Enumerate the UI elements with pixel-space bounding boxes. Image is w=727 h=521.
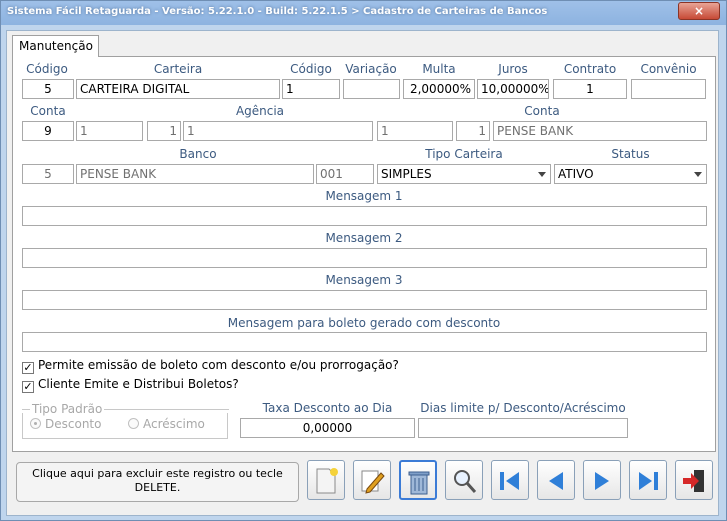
desconto-radio[interactable]: Desconto xyxy=(30,417,101,431)
mensagem-3-field[interactable] xyxy=(22,290,707,310)
label-banco: Banco xyxy=(179,147,217,161)
label-mensagem-3: Mensagem 3 xyxy=(325,273,403,287)
label-mensagem-1: Mensagem 1 xyxy=(325,189,403,203)
acrescimo-radio-label: Acréscimo xyxy=(143,417,205,431)
label-mensagem-desconto: Mensagem para boleto gerado com desconto xyxy=(227,316,501,330)
delete-icon xyxy=(408,471,430,495)
label-convenio: Convênio xyxy=(640,62,697,76)
status-select[interactable]: ATIVO xyxy=(554,164,707,184)
mensagem-desconto-field[interactable] xyxy=(22,332,707,352)
first-icon xyxy=(500,472,519,490)
next-record-button[interactable] xyxy=(583,460,621,500)
search-button[interactable] xyxy=(445,460,483,500)
banco-codigo-field: 001 xyxy=(316,164,374,184)
variacao-field[interactable] xyxy=(343,79,400,99)
edit-button[interactable] xyxy=(353,460,391,500)
label-variacao: Variação xyxy=(345,62,397,76)
search-icon xyxy=(454,470,477,493)
acrescimo-radio[interactable]: Acréscimo xyxy=(128,417,205,431)
label-carteira: Carteira xyxy=(153,62,203,76)
taxa-desconto-field[interactable]: 0,00000 xyxy=(240,418,415,438)
permite-desconto-label: Permite emissão de boleto com desconto e… xyxy=(38,358,399,372)
cliente-emite-checkbox[interactable]: ✓ Cliente Emite e Distribui Boletos? xyxy=(22,377,239,393)
radio-selected-icon xyxy=(30,418,41,429)
desconto-radio-label: Desconto xyxy=(45,417,102,431)
exit-icon xyxy=(683,470,704,492)
codigo-field[interactable]: 5 xyxy=(22,79,74,99)
status-value: ATIVO xyxy=(558,167,594,181)
new-button[interactable] xyxy=(307,460,345,500)
mensagem-2-field[interactable] xyxy=(22,248,707,268)
banco-id-field: 5 xyxy=(22,164,74,184)
label-codigo-variacao: Código xyxy=(290,62,332,76)
conta-bancaria-nome-field: PENSE BANK xyxy=(493,121,707,141)
dias-limite-field[interactable] xyxy=(418,418,628,438)
label-mensagem-2: Mensagem 2 xyxy=(325,231,403,245)
cliente-emite-label: Cliente Emite e Distribui Boletos? xyxy=(38,377,239,391)
tipo-padrao-title: Tipo Padrão xyxy=(30,402,105,416)
tipo-carteira-value: SIMPLES xyxy=(381,167,432,181)
conta-bancaria-numero-field: 1 xyxy=(456,121,490,141)
conta-numero-field: 1 xyxy=(76,121,143,141)
chevron-down-icon xyxy=(694,172,702,177)
label-multa: Multa xyxy=(422,62,456,76)
next-icon xyxy=(595,472,609,490)
radio-icon xyxy=(128,418,139,429)
label-taxa-desconto: Taxa Desconto ao Dia xyxy=(262,401,393,415)
label-status: Status xyxy=(611,147,650,161)
previous-record-button[interactable] xyxy=(537,460,575,500)
delete-button[interactable] xyxy=(399,460,437,500)
checkmark-icon: ✓ xyxy=(22,380,34,393)
checkmark-icon: ✓ xyxy=(22,361,34,374)
label-contrato: Contrato xyxy=(563,62,617,76)
edit-icon xyxy=(361,470,385,494)
agencia-numero-field: 1 xyxy=(183,121,373,141)
conta-id-field[interactable]: 9 xyxy=(22,121,74,141)
label-conta-bancaria: Conta xyxy=(524,104,560,118)
banco-nome-field: PENSE BANK xyxy=(76,164,314,184)
label-tipo-carteira: Tipo Carteira xyxy=(425,147,503,161)
exit-button[interactable] xyxy=(675,460,713,500)
permite-desconto-checkbox[interactable]: ✓ Permite emissão de boleto com desconto … xyxy=(22,358,399,374)
new-icon xyxy=(316,468,338,494)
window-title: Sistema Fácil Retaguarda - Versão: 5.22.… xyxy=(7,6,548,17)
label-codigo: Código xyxy=(26,62,68,76)
last-icon xyxy=(639,472,658,490)
tipo-carteira-select[interactable]: SIMPLES xyxy=(377,164,551,184)
label-juros: Juros xyxy=(498,62,528,76)
title-bar: Sistema Fácil Retaguarda - Versão: 5.22.… xyxy=(1,1,726,25)
codigo-variacao-field[interactable]: 1 xyxy=(282,79,340,99)
last-record-button[interactable] xyxy=(629,460,667,500)
tab-manutencao[interactable]: Manutenção xyxy=(12,35,99,57)
multa-field[interactable]: 2,00000% xyxy=(403,79,475,99)
first-record-button[interactable] xyxy=(491,460,529,500)
agencia-id-field: 1 xyxy=(147,121,181,141)
contrato-field[interactable]: 1 xyxy=(553,79,627,99)
label-agencia: Agência xyxy=(235,104,285,118)
chevron-down-icon xyxy=(538,172,546,177)
prev-icon xyxy=(549,472,563,490)
juros-field[interactable]: 10,00000% xyxy=(477,79,549,99)
label-dias-limite: Dias limite p/ Desconto/Acréscimo xyxy=(420,401,626,415)
status-message[interactable]: Clique aqui para excluir este registro o… xyxy=(16,462,299,502)
conta-bancaria-id-field: 1 xyxy=(377,121,453,141)
carteira-field[interactable]: CARTEIRA DIGITAL xyxy=(76,79,280,99)
convenio-field[interactable] xyxy=(631,79,706,99)
mensagem-1-field[interactable] xyxy=(22,206,707,226)
close-button[interactable]: × xyxy=(678,2,720,20)
label-conta: Conta xyxy=(30,104,66,118)
